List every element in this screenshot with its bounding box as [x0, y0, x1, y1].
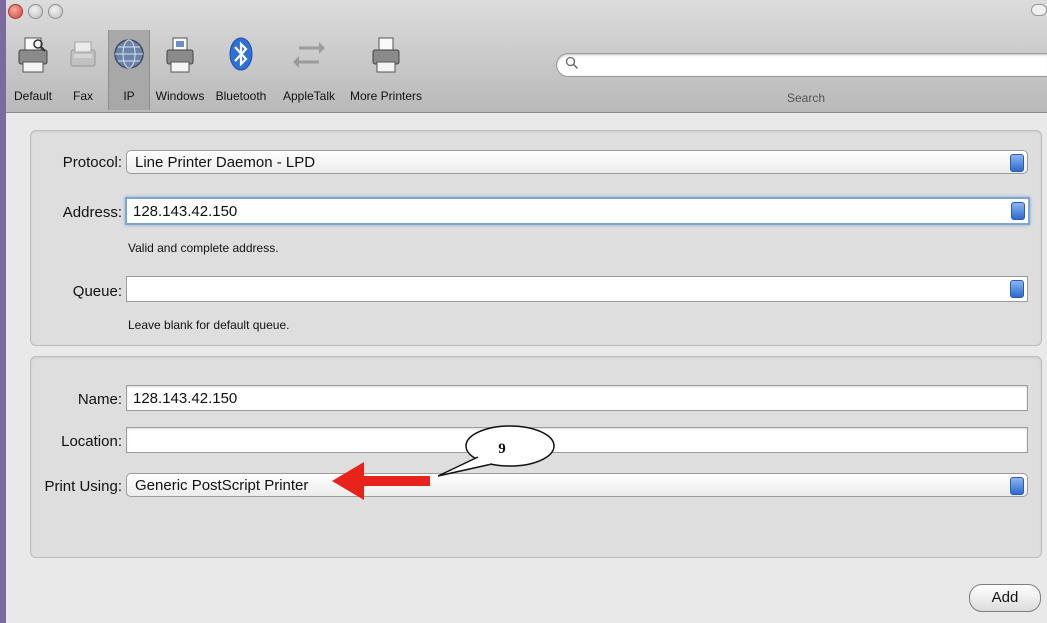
updown-arrows-icon	[1010, 477, 1024, 495]
toolbar-bluetooth[interactable]: Bluetooth	[210, 36, 272, 108]
name-label: Name:	[77, 391, 122, 408]
toolbar-windows-label: Windows	[155, 89, 205, 103]
address-value: 128.143.42.150	[133, 203, 238, 220]
dropdown-arrow-icon[interactable]	[1010, 280, 1024, 298]
windows-printer-icon	[166, 37, 194, 73]
toolbar-ip-label: IP	[123, 89, 135, 103]
queue-label: Queue:	[72, 283, 122, 300]
print-using-select[interactable]: Generic PostScript Printer	[126, 473, 1028, 497]
toolbar-bluetooth-label: Bluetooth	[215, 89, 267, 103]
protocol-select[interactable]: Line Printer Daemon - LPD	[126, 150, 1028, 174]
toolbar-windows[interactable]: Windows	[152, 36, 208, 108]
toolbar-fax[interactable]: Fax	[62, 36, 104, 108]
toolbar: Default Fax IP Windows Bluetooth AppleTa…	[6, 0, 1047, 113]
print-using-label: Print Using:	[44, 478, 122, 495]
toolbar-appletalk-label: AppleTalk	[282, 89, 336, 103]
dropdown-arrow-icon[interactable]	[1011, 202, 1025, 220]
queue-hint: Leave blank for default queue.	[128, 318, 290, 332]
address-label: Address:	[62, 204, 122, 221]
queue-combo-input[interactable]	[126, 276, 1028, 302]
print-using-value: Generic PostScript Printer	[135, 477, 309, 494]
toolbar-fax-label: Fax	[72, 89, 93, 103]
close-window-button[interactable]	[8, 4, 23, 19]
toolbar-default-label: Default	[13, 89, 53, 103]
add-button[interactable]: Add	[969, 584, 1041, 612]
location-label: Location:	[61, 433, 122, 450]
globe-icon	[114, 39, 144, 69]
name-value: 128.143.42.150	[133, 390, 238, 407]
callout-bubble	[437, 425, 555, 477]
search-input[interactable]	[556, 53, 1047, 77]
search-caption: Search	[786, 91, 826, 105]
toolbar-default[interactable]: Default	[6, 36, 60, 108]
red-arrow-icon	[332, 462, 430, 500]
more-printers-icon	[372, 37, 400, 73]
fax-icon	[70, 41, 96, 67]
address-hint: Valid and complete address.	[128, 241, 279, 255]
protocol-value: Line Printer Daemon - LPD	[135, 154, 316, 171]
printer-default-icon	[18, 37, 48, 73]
search-icon	[565, 56, 579, 70]
callout-number: 9	[498, 441, 506, 457]
zoom-window-button[interactable]	[48, 4, 63, 19]
protocol-label: Protocol:	[62, 154, 122, 171]
toolbar-more-printers-label: More Printers	[349, 89, 423, 103]
updown-arrows-icon	[1010, 154, 1024, 172]
address-combo-input[interactable]: 128.143.42.150	[125, 197, 1030, 225]
toolbar-toggle-button[interactable]	[1031, 4, 1047, 16]
add-printer-window: Default Fax IP Windows Bluetooth AppleTa…	[6, 0, 1047, 623]
toolbar-more-printers[interactable]: More Printers	[346, 36, 426, 108]
toolbar-ip[interactable]: IP	[108, 30, 150, 110]
name-field[interactable]: 128.143.42.150	[126, 385, 1028, 411]
location-field[interactable]	[126, 427, 1028, 453]
toolbar-appletalk[interactable]: AppleTalk	[274, 36, 344, 108]
appletalk-icon	[293, 42, 325, 68]
bluetooth-icon	[229, 37, 253, 71]
minimize-window-button[interactable]	[28, 4, 43, 19]
